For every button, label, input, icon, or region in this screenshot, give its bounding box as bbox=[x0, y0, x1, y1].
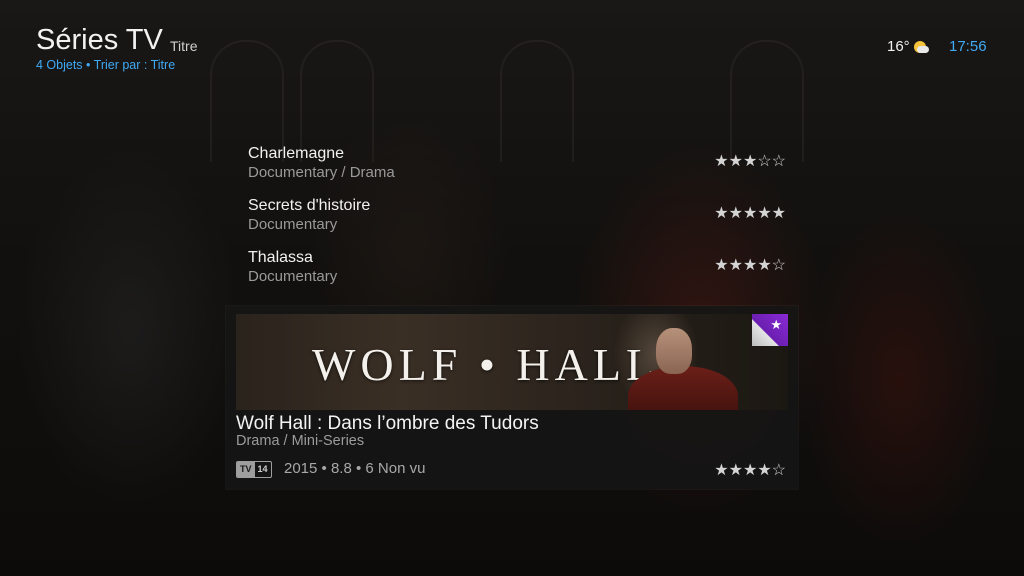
clock: 17:56 bbox=[949, 38, 987, 55]
list-item[interactable]: Charlemagne Documentary / Drama ★★★☆☆ bbox=[248, 145, 788, 189]
list-item-genre: Documentary / Drama bbox=[248, 164, 395, 181]
selected-genre: Drama / Mini-Series bbox=[236, 433, 365, 449]
favorite-corner-badge: ★ bbox=[752, 314, 788, 346]
selected-item-card[interactable]: WOLF • HALL ★ Wolf Hall : Dans l’ombre d… bbox=[226, 306, 798, 489]
star-icon: ★ bbox=[770, 317, 782, 332]
star-rating: ★★★☆☆ bbox=[714, 153, 786, 170]
list-item[interactable]: Thalassa Documentary ★★★★☆ bbox=[248, 249, 788, 293]
item-count-sort[interactable]: 4 Objets • Trier par : Titre bbox=[36, 58, 175, 72]
list-item-genre: Documentary bbox=[248, 216, 338, 233]
page-title: Séries TV bbox=[36, 24, 163, 56]
tv-rating-badge: TV 14 bbox=[236, 461, 272, 478]
star-rating: ★★★★★ bbox=[714, 205, 786, 222]
list-item-title: Thalassa bbox=[248, 249, 313, 266]
weather-widget: 16° bbox=[887, 38, 929, 55]
list-item-title: Secrets d'histoire bbox=[248, 197, 371, 214]
portrait-face bbox=[656, 328, 692, 374]
list-item-genre: Documentary bbox=[248, 268, 338, 285]
list-item-title: Charlemagne bbox=[248, 145, 345, 162]
partly-sunny-icon bbox=[913, 40, 929, 53]
tv-rating-prefix: TV bbox=[237, 462, 255, 477]
banner-logo-text: WOLF • HALL bbox=[312, 339, 660, 390]
banner-portrait bbox=[628, 320, 748, 410]
selected-title: Wolf Hall : Dans l’ombre des Tudors bbox=[236, 413, 539, 434]
list-item[interactable]: Secrets d'histoire Documentary ★★★★★ bbox=[248, 197, 788, 241]
star-rating: ★★★★☆ bbox=[714, 462, 786, 479]
tv-rating-value: 14 bbox=[257, 464, 268, 474]
star-rating: ★★★★☆ bbox=[714, 257, 786, 274]
show-banner: WOLF • HALL ★ bbox=[236, 314, 788, 410]
temperature: 16° bbox=[887, 38, 910, 55]
view-label: Titre bbox=[170, 38, 198, 54]
selected-info: 2015 • 8.8 • 6 Non vu bbox=[284, 460, 426, 477]
